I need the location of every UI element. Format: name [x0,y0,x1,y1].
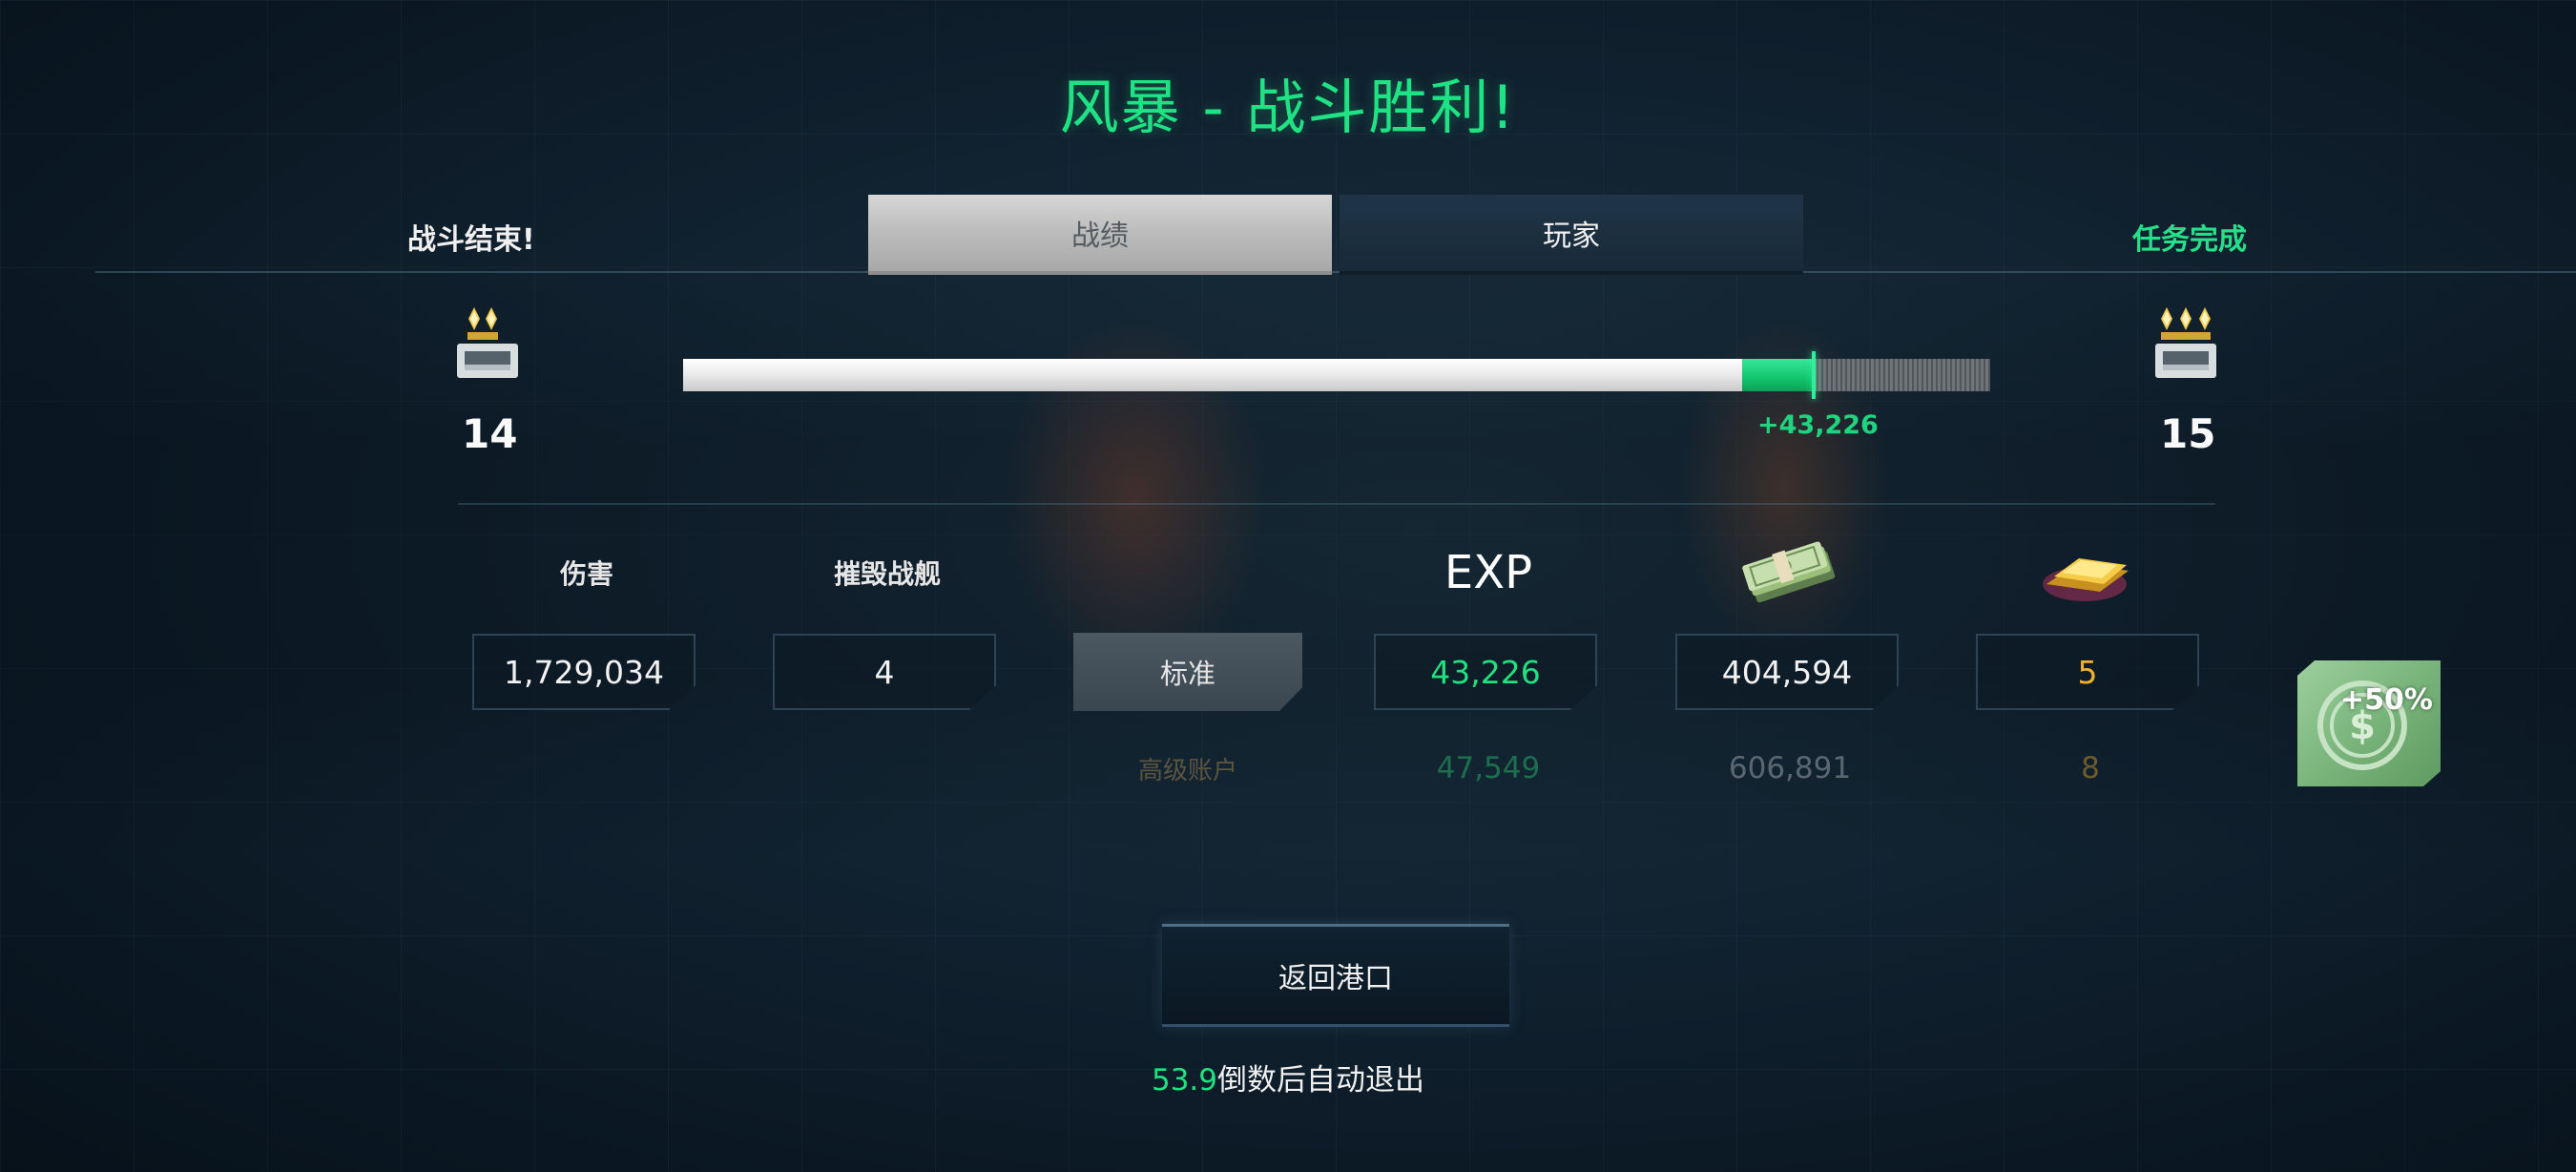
xp-gain-fill [1741,359,1815,391]
xp-progress-bar [683,351,1990,399]
bonus-percent-label: +50% [2340,683,2433,717]
premium-bonus-badge[interactable]: $ +50% [2297,660,2441,786]
standard-exp-value: 43,226 [1374,634,1597,710]
standard-money-value: 404,594 [1675,634,1899,710]
xp-gain-label: +43,226 [1757,410,1879,440]
standard-gold-value: 5 [1976,634,2199,710]
next-rank-number: 15 [2160,410,2216,457]
destroyed-value: 4 [773,634,996,710]
rank-insignia-2-pips-icon [457,307,518,378]
premium-gold-value: 8 [2081,751,2100,785]
countdown-text: 倒数后自动退出 [1217,1063,1425,1098]
exp-header: EXP [1444,546,1533,599]
countdown-seconds: 53.9 [1151,1063,1218,1098]
premium-money-value: 606,891 [1728,751,1852,785]
cash-stack-icon [1742,541,1836,603]
mission-complete-label: 任务完成 [2132,223,2247,257]
battle-over-label: 战斗结束! [407,223,535,257]
page-title: 风暴 - 战斗胜利! [1059,73,1517,142]
divider [95,271,2576,273]
rank-insignia-3-pips-icon [2155,307,2216,378]
tab-players[interactable]: 玩家 [1340,195,1803,275]
standard-row-label: 标准 [1073,633,1302,711]
damage-header: 伤害 [559,558,613,590]
damage-value: 1,729,034 [472,634,696,710]
xp-progress-fill [683,359,1742,391]
premium-row-label: 高级账户 [1137,756,1237,785]
auto-exit-countdown: 53.9倒数后自动退出 [0,1056,2576,1099]
return-to-port-button[interactable]: 返回港口 [1162,924,1509,1027]
gold-bar-icon [2043,558,2129,601]
premium-exp-value: 47,549 [1436,751,1541,785]
divider [458,503,2215,505]
current-rank-number: 14 [462,410,518,457]
destroyed-header: 摧毁战舰 [833,558,941,590]
tab-stats[interactable]: 战绩 [868,195,1332,275]
xp-progress-marker [1812,351,1817,399]
